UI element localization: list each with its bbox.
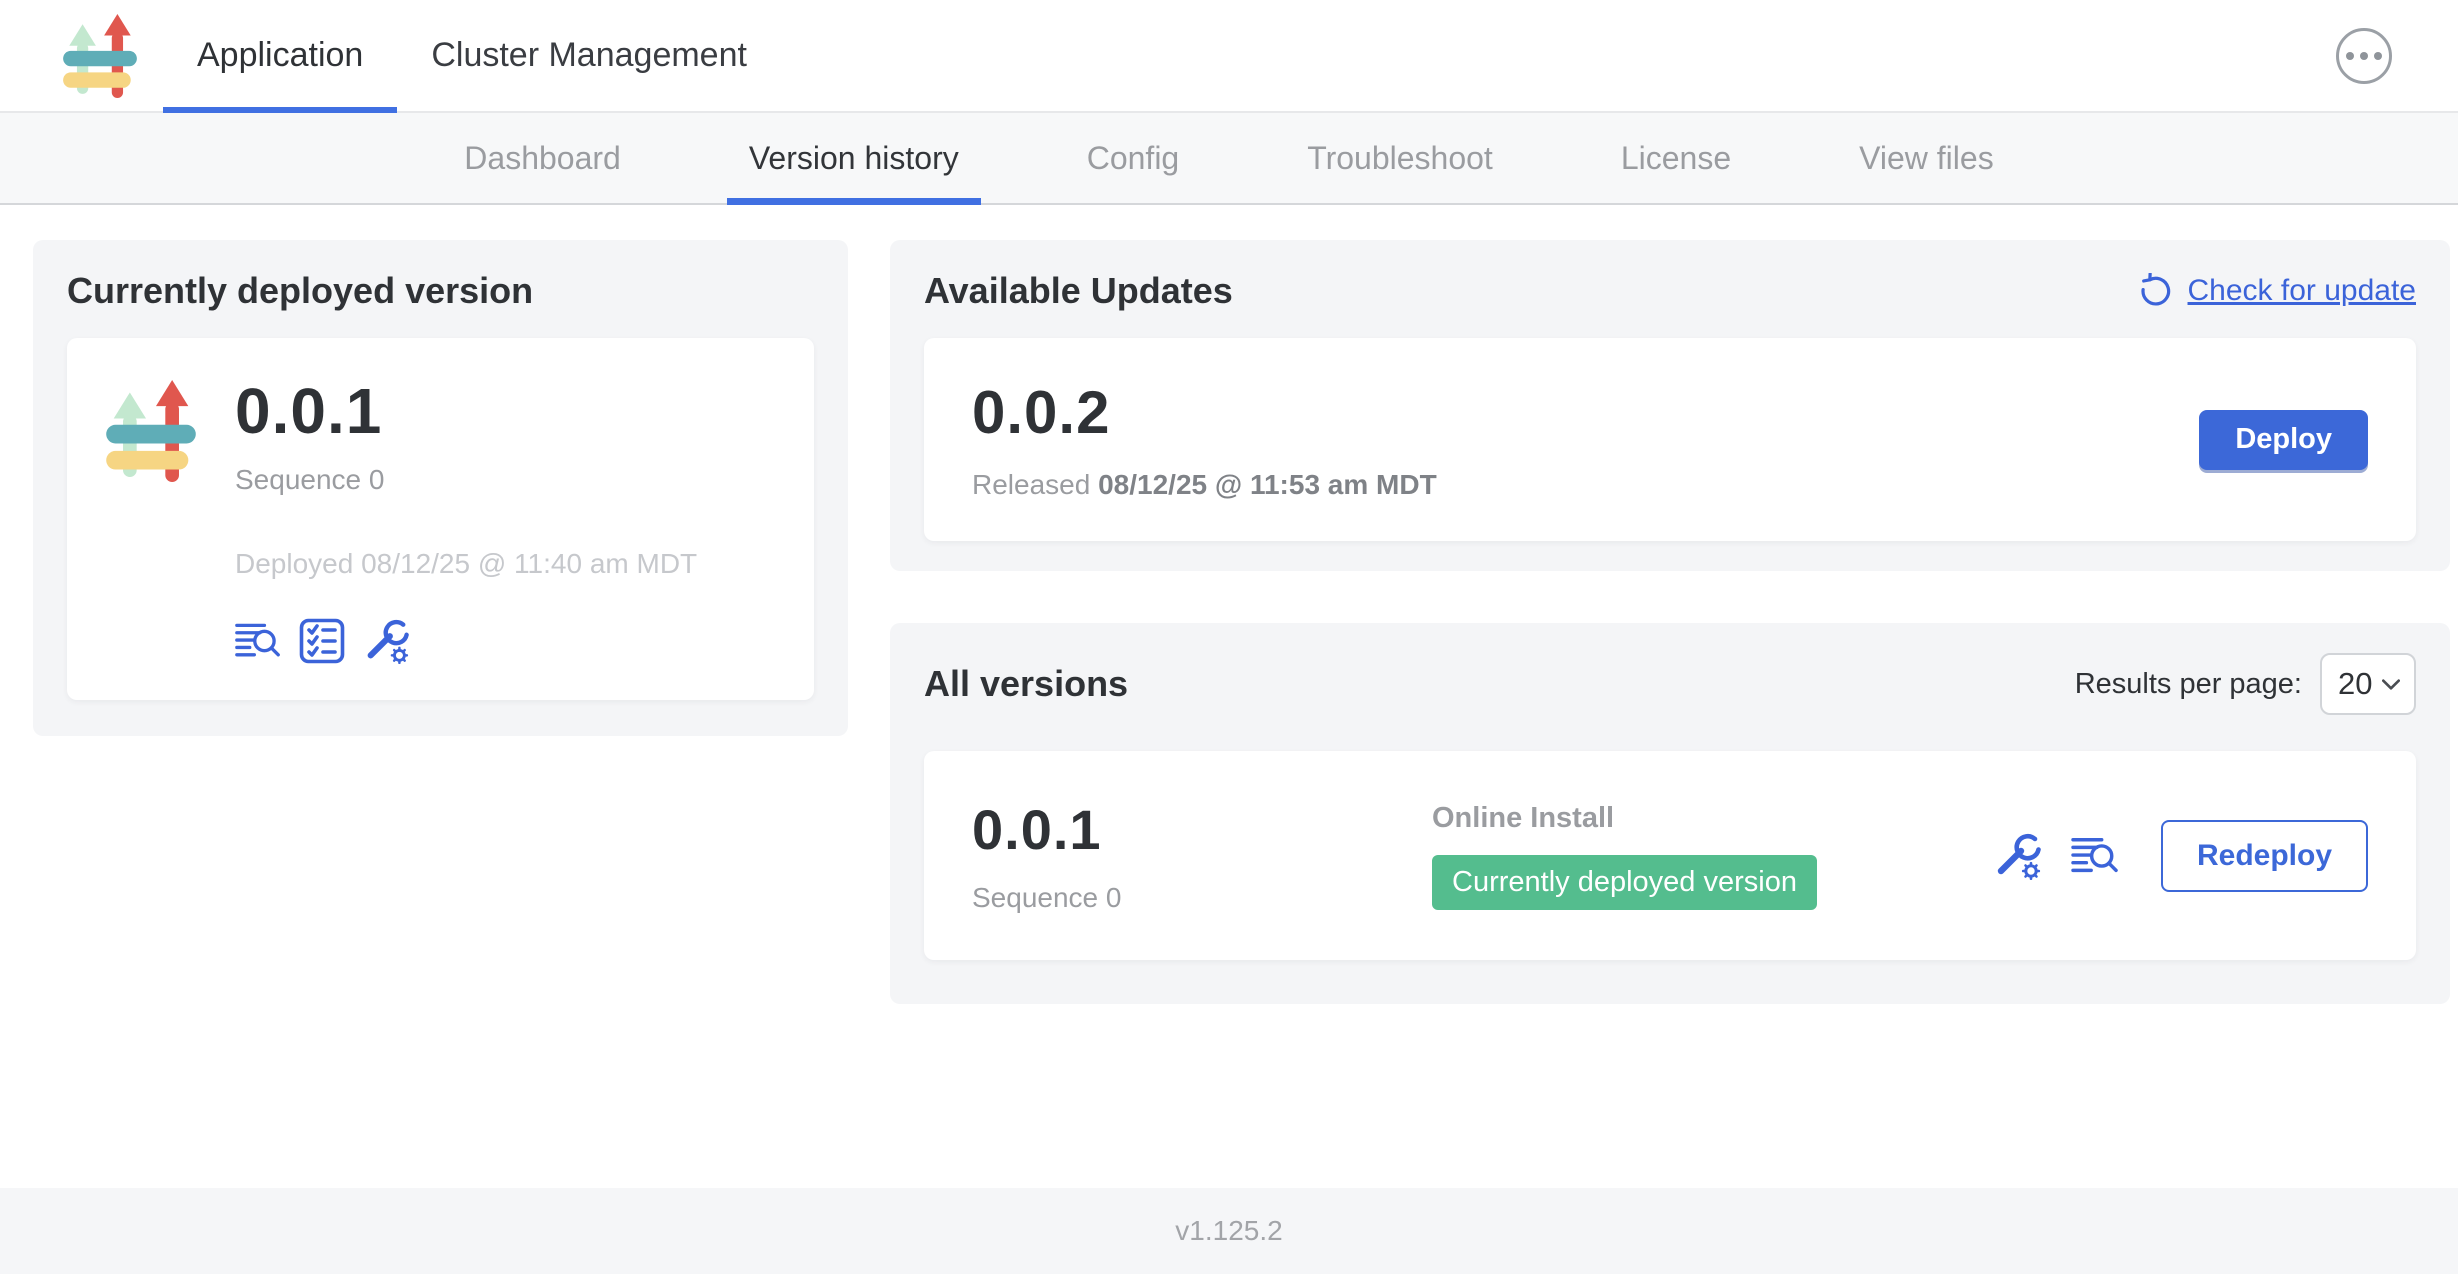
main-content: Currently deployed version 0.0.1 Sequenc… xyxy=(0,205,2458,1188)
deployed-version-number: 0.0.1 xyxy=(235,374,697,448)
console-version: v1.125.2 xyxy=(1175,1215,1282,1247)
release-notes-icon[interactable] xyxy=(2071,834,2119,878)
config-wrench-icon[interactable] xyxy=(1993,832,2041,880)
available-updates-card: Available Updates Check for update 0.0.2… xyxy=(890,240,2450,571)
currently-deployed-badge: Currently deployed version xyxy=(1432,855,1817,910)
update-released-line: Released 08/12/25 @ 11:53 am MDT xyxy=(972,469,1437,501)
preflight-checks-icon[interactable] xyxy=(299,618,345,664)
footer: v1.125.2 xyxy=(0,1188,2458,1274)
check-for-update-label: Check for update xyxy=(2188,274,2416,308)
redeploy-button[interactable]: Redeploy xyxy=(2161,820,2368,892)
top-tabs: Application Cluster Management xyxy=(163,0,781,111)
available-update-row: 0.0.2 Released 08/12/25 @ 11:53 am MDT D… xyxy=(924,338,2416,541)
install-type: Online Install xyxy=(1432,802,1993,835)
more-menu-button[interactable] xyxy=(2336,28,2392,84)
subtab-troubleshoot[interactable]: Troubleshoot xyxy=(1285,113,1515,203)
version-number: 0.0.1 xyxy=(972,797,1432,862)
tab-application[interactable]: Application xyxy=(163,0,397,111)
results-per-page-label: Results per page: xyxy=(2075,668,2302,701)
subtab-config[interactable]: Config xyxy=(1065,113,1202,203)
version-row-status: Online Install Currently deployed versio… xyxy=(1432,802,1993,910)
version-row-actions: Redeploy xyxy=(1993,820,2368,892)
app-logo-icon xyxy=(105,380,197,482)
currently-deployed-card: Currently deployed version 0.0.1 Sequenc… xyxy=(33,240,848,736)
version-row: 0.0.1 Sequence 0 Online Install Currentl… xyxy=(924,751,2416,960)
subtab-license[interactable]: License xyxy=(1599,113,1753,203)
check-for-update-link[interactable]: Check for update xyxy=(2138,273,2416,309)
chevron-down-icon xyxy=(2382,679,2400,690)
subtab-view-files[interactable]: View files xyxy=(1837,113,2016,203)
deploy-button[interactable]: Deploy xyxy=(2199,410,2368,470)
page: Application Cluster Management Dashboard… xyxy=(0,0,2458,1274)
all-versions-card: All versions Results per page: 20 0.0 xyxy=(890,623,2450,1004)
results-per-page-value: 20 xyxy=(2338,666,2372,702)
deployed-actions xyxy=(235,618,697,664)
tab-cluster-management-label: Cluster Management xyxy=(431,36,747,75)
available-updates-header: Available Updates Check for update xyxy=(924,270,2416,312)
subtab-dashboard[interactable]: Dashboard xyxy=(442,113,643,203)
topnav-spacer xyxy=(781,0,2336,111)
refresh-icon xyxy=(2138,273,2174,309)
deployed-app-logo xyxy=(105,380,197,482)
deployed-card-title: Currently deployed version xyxy=(67,270,814,312)
sub-nav: Dashboard Version history Config Trouble… xyxy=(0,113,2458,205)
results-per-page-select[interactable]: 20 xyxy=(2320,653,2416,715)
version-sequence: Sequence 0 xyxy=(972,882,1432,914)
update-released-timestamp: 08/12/25 @ 11:53 am MDT xyxy=(1098,469,1437,500)
app-logo-icon xyxy=(63,14,137,98)
tab-application-label: Application xyxy=(197,36,363,75)
deployed-version-info: 0.0.1 Sequence 0 Deployed 08/12/25 @ 11:… xyxy=(235,374,697,664)
config-wrench-icon[interactable] xyxy=(363,618,409,664)
deployed-timestamp: Deployed 08/12/25 @ 11:40 am MDT xyxy=(235,548,697,580)
right-column: Available Updates Check for update 0.0.2… xyxy=(890,240,2450,1004)
update-info: 0.0.2 Released 08/12/25 @ 11:53 am MDT xyxy=(972,378,1437,501)
version-row-version: 0.0.1 Sequence 0 xyxy=(972,797,1432,914)
update-version-number: 0.0.2 xyxy=(972,378,1437,447)
all-versions-title: All versions xyxy=(924,663,1128,705)
deployed-sequence: Sequence 0 xyxy=(235,464,697,496)
app-logo xyxy=(63,0,137,111)
tab-cluster-management[interactable]: Cluster Management xyxy=(397,0,781,111)
more-menu-icon xyxy=(2346,52,2354,60)
subtab-version-history[interactable]: Version history xyxy=(727,113,981,203)
release-notes-icon[interactable] xyxy=(235,619,281,663)
all-versions-header: All versions Results per page: 20 xyxy=(924,653,2416,715)
results-per-page: Results per page: 20 xyxy=(2075,653,2416,715)
top-nav: Application Cluster Management xyxy=(0,0,2458,113)
deployed-version-panel: 0.0.1 Sequence 0 Deployed 08/12/25 @ 11:… xyxy=(67,338,814,700)
available-updates-title: Available Updates xyxy=(924,270,1233,312)
